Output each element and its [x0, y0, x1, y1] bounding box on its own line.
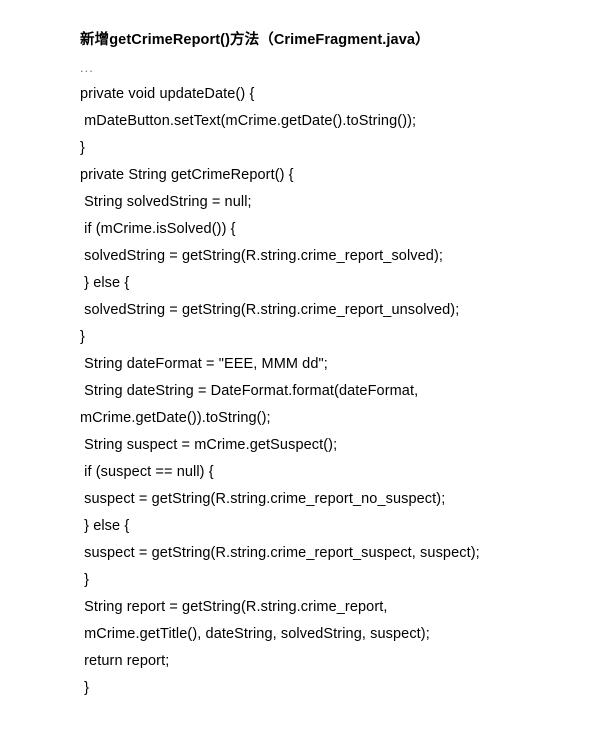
code-line: } else {	[80, 275, 572, 291]
code-line: suspect = getString(R.string.crime_repor…	[80, 491, 572, 507]
code-line: mCrime.getTitle(), dateString, solvedStr…	[80, 626, 572, 642]
code-line: solvedString = getString(R.string.crime_…	[80, 248, 572, 264]
code-line: String dateString = DateFormat.format(da…	[80, 383, 572, 399]
code-line: private void updateDate() {	[80, 86, 572, 102]
code-line: String solvedString = null;	[80, 194, 572, 210]
code-line: String report = getString(R.string.crime…	[80, 599, 572, 615]
code-line: if (mCrime.isSolved()) {	[80, 221, 572, 237]
code-line: private String getCrimeReport() {	[80, 167, 572, 183]
code-line: }	[80, 680, 572, 696]
title-text: 新增getCrimeReport()方法（CrimeFragment.java）	[80, 32, 430, 48]
document-page: 新增getCrimeReport()方法（CrimeFragment.java）…	[0, 0, 600, 730]
code-line: suspect = getString(R.string.crime_repor…	[80, 545, 572, 561]
code-line: return report;	[80, 653, 572, 669]
code-line: } else {	[80, 518, 572, 534]
code-line: mCrime.getDate()).toString();	[80, 410, 572, 426]
code-line: if (suspect == null) {	[80, 464, 572, 480]
code-line: }	[80, 140, 572, 156]
code-line: solvedString = getString(R.string.crime_…	[80, 302, 572, 318]
ellipsis-line: ...	[80, 60, 572, 75]
code-line: String suspect = mCrime.getSuspect();	[80, 437, 572, 453]
code-line: }	[80, 329, 572, 345]
code-line: }	[80, 572, 572, 588]
title-line: 新增getCrimeReport()方法（CrimeFragment.java）	[80, 28, 572, 49]
code-line: String dateFormat = "EEE, MMM dd";	[80, 356, 572, 372]
code-line: mDateButton.setText(mCrime.getDate().toS…	[80, 113, 572, 129]
